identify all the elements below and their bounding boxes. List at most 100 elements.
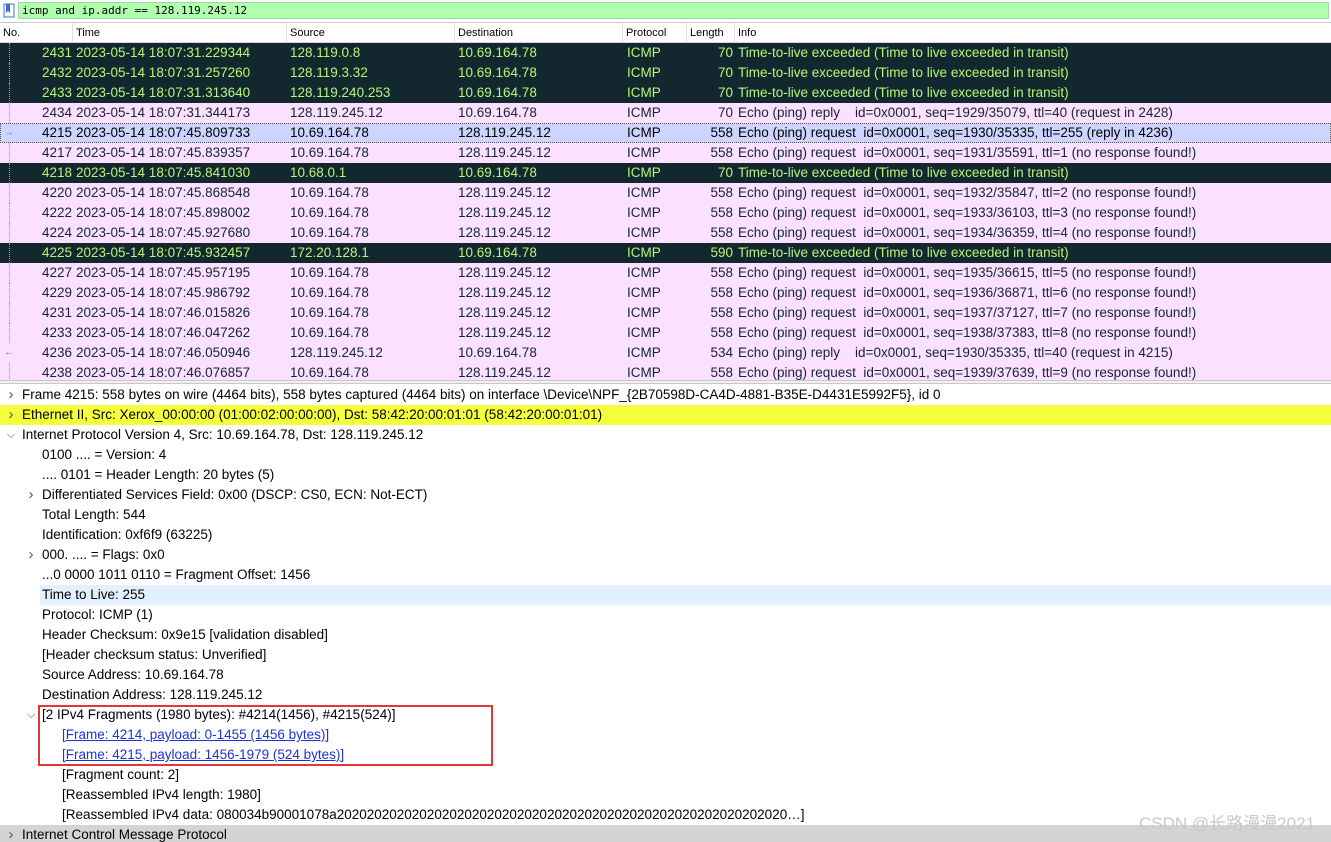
packet-row[interactable]: 4233 2023-05-14 18:07:46.047262 10.69.164.… bbox=[0, 323, 1331, 343]
packet-row[interactable]: 4231 2023-05-14 18:07:46.015826 10.69.164.… bbox=[0, 303, 1331, 323]
chevron-right-icon[interactable]: › bbox=[25, 545, 37, 565]
packet-row[interactable]: 2431 2023-05-14 18:07:31.229344 128.119.0.… bbox=[0, 43, 1331, 63]
detail-tree-item[interactable]: Frame 4215: 558 bytes on wire (4464 bits… bbox=[22, 385, 941, 405]
packet-row[interactable]: 4220 2023-05-14 18:07:45.868548 10.69.164.… bbox=[0, 183, 1331, 203]
packet-destination: 10.69.164.78 bbox=[458, 65, 537, 80]
packet-info: Time-to-live exceeded (Time to live exce… bbox=[738, 85, 1069, 100]
packet-destination: 128.119.245.12 bbox=[458, 205, 551, 220]
packet-list[interactable]: 2431 2023-05-14 18:07:31.229344 128.119.0.… bbox=[0, 43, 1331, 380]
packet-row[interactable]: → 4215 2023-05-14 18:07:45.809733 10.69.164… bbox=[0, 123, 1331, 143]
packet-no: 4233 bbox=[41, 325, 72, 340]
packet-protocol: ICMP bbox=[627, 345, 661, 360]
packet-length: 534 bbox=[710, 345, 733, 360]
packet-info: Echo (ping) request id=0x0001, seq=1937/… bbox=[738, 305, 1197, 320]
packet-row[interactable]: 4218 2023-05-14 18:07:45.841030 10.68.0.1 1… bbox=[0, 163, 1331, 183]
packet-length: 70 bbox=[717, 165, 733, 180]
column-header-protocol[interactable]: Protocol bbox=[623, 23, 687, 42]
packet-destination: 10.69.164.78 bbox=[458, 345, 537, 360]
packet-time: 2023-05-14 18:07:31.257260 bbox=[76, 65, 251, 80]
packet-no: 4225 bbox=[41, 245, 72, 260]
packet-no: 4227 bbox=[41, 265, 72, 280]
column-header-source[interactable]: Source bbox=[287, 23, 455, 42]
packet-length: 558 bbox=[710, 185, 733, 200]
packet-time: 2023-05-14 18:07:45.927680 bbox=[76, 225, 251, 240]
packet-time: 2023-05-14 18:07:45.841030 bbox=[76, 165, 251, 180]
packet-length: 558 bbox=[710, 225, 733, 240]
detail-tree-item: ...0 0000 1011 0110 = Fragment Offset: 1… bbox=[42, 567, 311, 582]
column-header-info[interactable]: Info bbox=[735, 23, 1331, 42]
column-header-destination[interactable]: Destination bbox=[455, 23, 623, 42]
packet-source: 10.69.164.78 bbox=[290, 305, 369, 320]
packet-no: 4231 bbox=[41, 305, 72, 320]
packet-row[interactable]: 4225 2023-05-14 18:07:45.932457 172.20.128… bbox=[0, 243, 1331, 263]
detail-tree-item: [Header checksum status: Unverified] bbox=[42, 647, 267, 662]
watermark-text: CSDN @长路漫漫2021 bbox=[1139, 814, 1315, 833]
packet-details-pane[interactable]: › Frame 4215: 558 bytes on wire (4464 bit… bbox=[0, 385, 1331, 842]
detail-tree-item[interactable]: Ethernet II, Src: Xerox_00:00:00 (01:00:… bbox=[22, 405, 602, 425]
packet-source: 128.119.245.12 bbox=[290, 105, 383, 120]
bookmark-icon[interactable] bbox=[3, 3, 15, 18]
detail-tree-item: Total Length: 544 bbox=[42, 507, 146, 522]
detail-tree-item: [Fragment count: 2] bbox=[62, 767, 180, 782]
packet-protocol: ICMP bbox=[627, 105, 661, 120]
packet-destination: 10.69.164.78 bbox=[458, 165, 537, 180]
pane-splitter[interactable] bbox=[0, 380, 1331, 384]
packet-row[interactable]: 4222 2023-05-14 18:07:45.898002 10.69.164.… bbox=[0, 203, 1331, 223]
packet-no: 4218 bbox=[41, 165, 72, 180]
column-header-time[interactable]: Time bbox=[73, 23, 287, 42]
packet-info: Time-to-live exceeded (Time to live exce… bbox=[738, 245, 1069, 260]
packet-row[interactable]: 4217 2023-05-14 18:07:45.839357 10.69.164.… bbox=[0, 143, 1331, 163]
packet-source: 10.68.0.1 bbox=[290, 165, 347, 180]
chevron-right-icon[interactable]: › bbox=[25, 485, 37, 505]
packet-info: Echo (ping) reply id=0x0001, seq=1929/35… bbox=[738, 105, 1173, 120]
packet-destination: 128.119.245.12 bbox=[458, 325, 551, 340]
packet-row[interactable]: 2432 2023-05-14 18:07:31.257260 128.119.3.… bbox=[0, 63, 1331, 83]
packet-protocol: ICMP bbox=[627, 305, 661, 320]
packet-protocol: ICMP bbox=[627, 225, 661, 240]
detail-tree-item[interactable]: 000. .... = Flags: 0x0 bbox=[42, 545, 165, 565]
chevron-down-icon[interactable]: ⌵ bbox=[25, 705, 37, 725]
detail-tree-item: Source Address: 10.69.164.78 bbox=[42, 667, 224, 682]
packet-row[interactable]: 4227 2023-05-14 18:07:45.957195 10.69.164.… bbox=[0, 263, 1331, 283]
detail-tree-item: Time to Live: 255 bbox=[42, 587, 146, 602]
packet-source: 172.20.128.1 bbox=[290, 245, 369, 260]
packet-protocol: ICMP bbox=[627, 265, 661, 280]
display-filter-input[interactable]: icmp and ip.addr == 128.119.245.12 bbox=[18, 2, 1329, 19]
detail-tree-item: Identification: 0xf6f9 (63225) bbox=[42, 527, 213, 542]
packet-time: 2023-05-14 18:07:46.050946 bbox=[76, 345, 251, 360]
packet-no: 4222 bbox=[41, 205, 72, 220]
chevron-right-icon[interactable]: › bbox=[5, 405, 17, 425]
packet-destination: 128.119.245.12 bbox=[458, 125, 551, 140]
packet-time: 2023-05-14 18:07:46.015826 bbox=[76, 305, 251, 320]
packet-no: 4238 bbox=[41, 365, 72, 380]
packet-row[interactable]: 4238 2023-05-14 18:07:46.076857 10.69.164.… bbox=[0, 363, 1331, 380]
packet-time: 2023-05-14 18:07:45.809733 bbox=[76, 125, 251, 140]
packet-row[interactable]: 4224 2023-05-14 18:07:45.927680 10.69.164.… bbox=[0, 223, 1331, 243]
packet-row[interactable]: 2433 2023-05-14 18:07:31.313640 128.119.24… bbox=[0, 83, 1331, 103]
detail-tree-item[interactable]: Internet Control Message Protocol bbox=[22, 825, 227, 842]
packet-no: 4217 bbox=[41, 145, 72, 160]
packet-info: Time-to-live exceeded (Time to live exce… bbox=[738, 65, 1069, 80]
packet-protocol: ICMP bbox=[627, 65, 661, 80]
column-header-length[interactable]: Length bbox=[687, 23, 735, 42]
packet-row[interactable]: ← 4236 2023-05-14 18:07:46.050946 128.119.2… bbox=[0, 343, 1331, 363]
packet-source: 10.69.164.78 bbox=[290, 185, 369, 200]
packet-source: 128.119.245.12 bbox=[290, 345, 383, 360]
packet-time: 2023-05-14 18:07:46.047262 bbox=[76, 325, 251, 340]
packet-time: 2023-05-14 18:07:46.076857 bbox=[76, 365, 251, 380]
detail-tree-item[interactable]: Differentiated Services Field: 0x00 (DSC… bbox=[42, 485, 427, 505]
chevron-right-icon[interactable]: › bbox=[5, 825, 17, 842]
packet-source: 10.69.164.78 bbox=[290, 145, 369, 160]
chevron-down-icon[interactable]: ⌵ bbox=[5, 425, 17, 445]
packet-source: 10.69.164.78 bbox=[290, 125, 369, 140]
detail-tree-item[interactable]: Internet Protocol Version 4, Src: 10.69.… bbox=[22, 425, 423, 445]
packet-length: 558 bbox=[710, 205, 733, 220]
detail-tree-item: 0100 .... = Version: 4 bbox=[42, 447, 167, 462]
packet-destination: 128.119.245.12 bbox=[458, 265, 551, 280]
packet-row[interactable]: 4229 2023-05-14 18:07:45.986792 10.69.164.… bbox=[0, 283, 1331, 303]
chevron-right-icon[interactable]: › bbox=[5, 385, 17, 405]
packet-length: 558 bbox=[710, 145, 733, 160]
packet-row[interactable]: 2434 2023-05-14 18:07:31.344173 128.119.24… bbox=[0, 103, 1331, 123]
column-header-no[interactable]: No. bbox=[0, 23, 73, 42]
detail-tree-item: Destination Address: 128.119.245.12 bbox=[42, 687, 263, 702]
